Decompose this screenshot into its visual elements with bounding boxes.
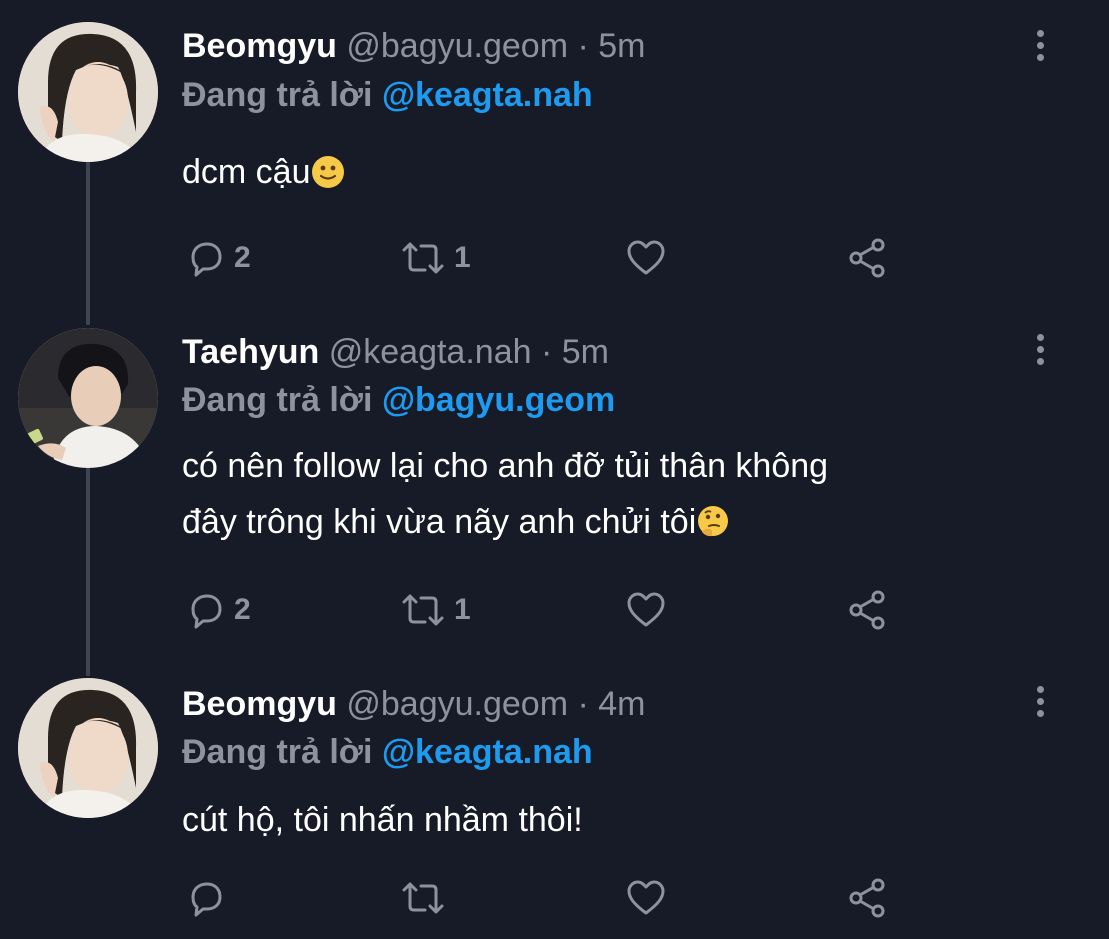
avatar[interactable] [18,22,158,162]
retweet-button[interactable]: 1 [398,588,471,632]
user-handle[interactable]: @bagyu.geom [346,27,568,65]
more-icon[interactable] [1030,334,1050,374]
reply-button[interactable]: 2 [184,588,251,632]
tweet-header: Taehyun @keagta.nah · 5m [182,332,609,372]
display-name[interactable]: Taehyun [182,333,319,371]
slightly-smiling-face-icon [311,150,345,206]
retweet-icon [398,588,448,632]
share-button[interactable] [846,876,890,920]
tweet-actions [182,876,902,920]
timestamp[interactable]: 5m [562,333,609,371]
reply-count: 2 [234,241,251,274]
user-handle[interactable]: @bagyu.geom [346,685,568,723]
retweet-button[interactable] [398,876,454,920]
retweet-icon [398,876,448,920]
user-handle[interactable]: @keagta.nah [329,333,532,371]
retweet-count: 1 [454,593,471,626]
avatar[interactable] [18,678,158,818]
replying-to-handle[interactable]: @bagyu.geom [382,381,615,419]
reply-button[interactable] [184,876,234,920]
taehyun-avatar-image [18,328,158,468]
timestamp[interactable]: 5m [598,27,645,65]
tweet[interactable]: Beomgyu @bagyu.geom · 4m Đang trả lời @k… [0,678,1109,939]
tweet-text-line: đây trông khi vừa nãy anh chửi tôi [182,503,697,541]
tweet[interactable]: Taehyun @keagta.nah · 5m Đang trả lời @b… [0,320,1109,680]
tweet-header: Beomgyu @bagyu.geom · 4m [182,684,646,724]
replying-to: Đang trả lời @keagta.nah [182,732,593,772]
share-icon [846,236,890,280]
more-icon[interactable] [1030,686,1050,726]
separator-dot: · [540,333,553,371]
tweet[interactable]: Beomgyu @bagyu.geom · 5m Đang trả lời @k… [0,0,1109,320]
retweet-icon [398,236,448,280]
tweet-header: Beomgyu @bagyu.geom · 5m [182,26,646,66]
beomgyu-avatar-image [18,678,158,818]
tweet-actions: 2 1 [182,236,902,280]
tweet-text: cút hộ, tôi nhấn nhầm thôi! [182,792,583,848]
replying-to-handle[interactable]: @keagta.nah [382,733,593,771]
replying-to-label: Đang trả lời [182,381,373,419]
share-button[interactable] [846,588,890,632]
tweet-text-line: có nên follow lại cho anh đỡ tủi thân kh… [182,447,829,485]
beomgyu-avatar-image [18,22,158,162]
tweet-text: dcm cậu [182,144,345,206]
avatar[interactable] [18,328,158,468]
like-icon [624,588,668,632]
tweet-text-line: cút hộ, tôi nhấn nhầm thôi! [182,801,583,839]
like-button[interactable] [624,876,674,920]
tweet-text: có nên follow lại cho anh đỡ tủi thân kh… [182,438,828,556]
share-icon [846,876,890,920]
separator-dot: · [577,685,589,723]
timestamp[interactable]: 4m [598,685,645,723]
reply-icon [184,236,228,280]
like-button[interactable] [624,236,674,280]
more-icon[interactable] [1030,30,1050,70]
reply-button[interactable]: 2 [184,236,251,280]
reply-icon [184,876,228,920]
tweet-actions: 2 1 [182,588,902,632]
reply-icon [184,588,228,632]
replying-to-label: Đang trả lời [182,733,373,771]
display-name[interactable]: Beomgyu [182,685,337,723]
like-button[interactable] [624,588,674,632]
retweet-button[interactable]: 1 [398,236,471,280]
tweet-text-line: dcm cậu [182,153,311,191]
replying-to: Đang trả lời @bagyu.geom [182,380,615,420]
retweet-count: 1 [454,241,471,274]
display-name[interactable]: Beomgyu [182,27,337,65]
share-icon [846,588,890,632]
like-icon [624,876,668,920]
share-button[interactable] [846,236,890,280]
separator-dot: · [577,27,589,65]
reply-count: 2 [234,593,251,626]
replying-to-label: Đang trả lời [182,76,373,114]
replying-to-handle[interactable]: @keagta.nah [382,76,593,114]
like-icon [624,236,668,280]
thinking-face-icon [696,500,730,556]
replying-to: Đang trả lời @keagta.nah [182,75,593,115]
